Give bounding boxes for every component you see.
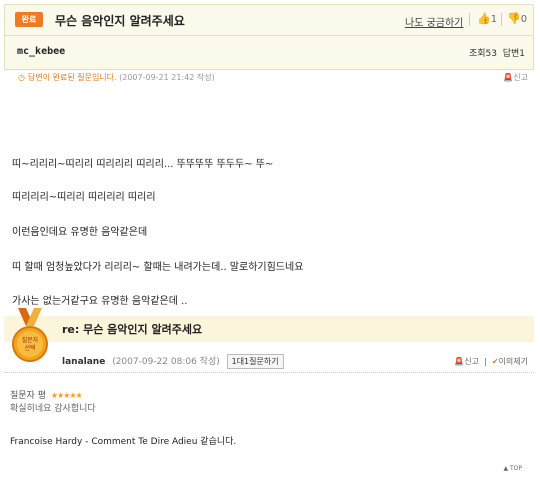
answer-meta: lanalane (2007-09-22 08:06 작성) 1대1질문하기 (62, 354, 284, 369)
dislike-count: 0 (520, 14, 528, 25)
body-line: 띠 할때 엄청높았다가 리리리~ 할때는 내려가는데.. 말로하기힘드네요 (12, 262, 304, 273)
status-timestamp: (2007-09-21 21:42 작성) (119, 73, 215, 82)
rating-comment: 확실히네요 감사합니다 (10, 404, 96, 414)
like-count: 1 (490, 14, 498, 25)
thumbs-up-icon: 👍 (477, 12, 491, 25)
medal-text-line: 질문자 (22, 336, 39, 344)
siren-icon: 🚨 (503, 73, 514, 82)
answer-text: Francoise Hardy - Comment Te Dire Adieu … (10, 437, 237, 447)
question-header: 완료 무슨 음악인지 알려주세요 나도 궁금하기 👍1 👎0 mc_kebee … (4, 4, 534, 70)
body-line: 띠~리리리~띠리리 띠리리리 띠리리... 뚜뚜뚜뚜 뚜두두~ 뚜~ (12, 159, 274, 170)
thumbs-down-icon: 👎 (507, 12, 521, 25)
body-line: 띠리리리~띠리리 띠리리리 띠리리 (12, 192, 156, 203)
answer-count: 답변1 (502, 49, 525, 59)
answer-author[interactable]: lanalane (62, 357, 105, 367)
agree-button[interactable]: ✔이의제기 (492, 357, 528, 366)
report-answer-button[interactable]: 🚨신고 (454, 357, 479, 366)
view-count: 조회53 (468, 49, 497, 59)
question-stats: 조회53 답변1 (469, 46, 525, 59)
status-text: 답변이 완료된 질문입니다. (27, 73, 117, 82)
answer-title: re: 무슨 음악인지 알려주세요 (62, 323, 203, 336)
me-too-button[interactable]: 나도 궁금하기 (405, 14, 463, 29)
rating-row: 질문자 평 ★★★★★ (10, 388, 83, 401)
rating-label: 질문자 평 (10, 391, 46, 401)
divider (4, 372, 534, 373)
check-icon: ✔ (491, 357, 499, 366)
like-button[interactable]: 👍1 (477, 12, 497, 25)
dislike-button[interactable]: 👎0 (507, 12, 527, 25)
answer-title-bar: re: 무슨 음악인지 알려주세요 (4, 316, 534, 342)
rating-stars: ★★★★★ (50, 391, 83, 400)
status-badge: 완료 (15, 12, 43, 27)
divider (501, 13, 502, 26)
question-title-row: 완료 무슨 음악인지 알려주세요 나도 궁금하기 👍1 👎0 (5, 5, 533, 36)
medal-text-line: 선택 (24, 344, 35, 352)
selected-answer-medal-icon: 질문자 선택 (12, 308, 48, 362)
question-author[interactable]: mc_kebee (17, 46, 65, 57)
report-question-button[interactable]: 🚨신고 (503, 72, 528, 83)
siren-icon: 🚨 (454, 357, 465, 366)
answer-timestamp: (2007-09-22 08:06 작성) (112, 357, 220, 367)
body-line: 이런음인데요 유명한 음악같은데 (12, 227, 148, 238)
answer-actions: 🚨신고 | ✔이의제기 (454, 357, 528, 366)
divider (469, 13, 470, 26)
back-to-top-link[interactable]: ▲ TOP (503, 465, 522, 472)
one-on-one-question-button[interactable]: 1대1질문하기 (226, 354, 284, 369)
body-line: 가사는 없는거같구요 유명한 음악같은데 .. (12, 296, 188, 307)
question-status: ◷ 답변이 완료된 질문입니다. (2007-09-21 21:42 작성) (18, 72, 528, 86)
question-title: 무슨 음악인지 알려주세요 (55, 14, 185, 28)
clock-icon: ◷ (18, 73, 25, 82)
